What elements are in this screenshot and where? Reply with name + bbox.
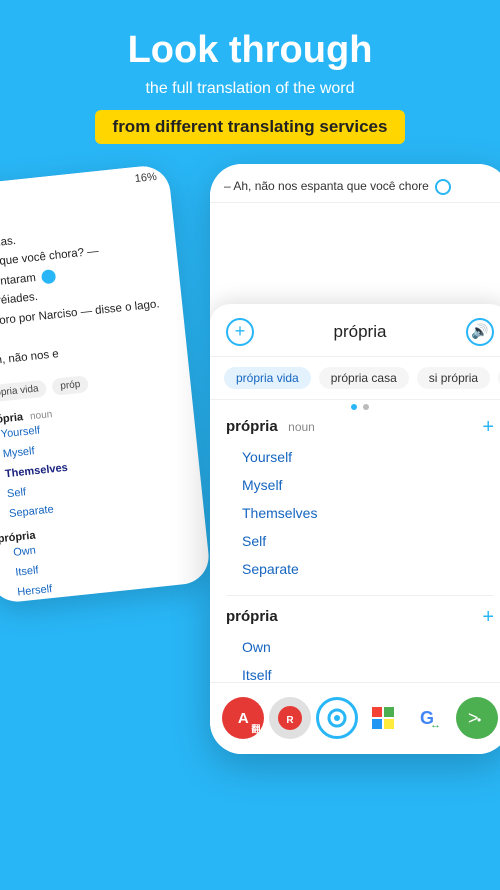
dict-chip-2[interactable]: própria casa	[319, 367, 409, 389]
google-translate-icon[interactable]: G ↔	[409, 697, 451, 739]
hero-title: Look through	[20, 30, 480, 72]
dict-entry-1-word-row: própria noun	[226, 418, 315, 436]
fg-context-line: – Ah, não nos espanta que você chore	[224, 176, 496, 196]
dict-entry-1-type: noun	[288, 420, 315, 434]
dict-header: + própria 🔊	[210, 304, 500, 357]
foreground-phone: – Ah, não nos espanta que você chore + p…	[210, 164, 500, 754]
source-svg: > •	[466, 707, 488, 729]
entry1-item-self: Self	[242, 527, 494, 555]
fg-text-context: – Ah, não nos espanta que você chore	[210, 164, 500, 203]
dict-entry-2-word: própria	[226, 608, 278, 625]
reverso-svg: R	[276, 704, 304, 732]
dict-chips-row: própria vida própria casa si própria pró…	[210, 357, 500, 400]
dict-sound-button[interactable]: 🔊	[466, 318, 494, 346]
blue-circle-icon	[435, 179, 451, 195]
win-sq-blue	[372, 719, 382, 729]
translate-a-icon[interactable]: A 翻	[222, 697, 264, 739]
dict-divider	[226, 595, 494, 596]
entry1-item-yourself: Yourself	[242, 443, 494, 471]
hero-highlight: from different translating services	[95, 110, 406, 144]
entry1-item-separate: Separate	[242, 555, 494, 583]
pagination-dots	[210, 400, 500, 416]
entry2-item-own: Own	[242, 633, 494, 661]
bg-status-battery: 16%	[134, 171, 157, 185]
dict-entry-2-word-row: própria	[226, 608, 278, 626]
windows-logo	[372, 707, 394, 729]
translate-small-icon: 翻	[251, 722, 260, 735]
dot-1	[351, 404, 357, 410]
source-icon[interactable]: > •	[456, 697, 498, 739]
dict-entry-1-list: Yourself Myself Themselves Self Separate	[226, 443, 494, 583]
dot-2	[363, 404, 369, 410]
dict-add-button[interactable]: +	[226, 318, 254, 346]
bg-word-list: própria noun Yourself Myself Themselves …	[0, 388, 211, 605]
phone-toolbar: A 翻 R	[210, 682, 500, 754]
windows-icon[interactable]	[362, 697, 404, 739]
bg-chip-1[interactable]: própria vida	[0, 380, 47, 404]
entry1-item-themselves: Themselves	[242, 499, 494, 527]
dict-word-title: própria	[254, 322, 466, 342]
dictionary-panel: + própria 🔊 própria vida própria casa si…	[210, 304, 500, 754]
dict-entry-1: própria noun + Yourself Myself Themselve…	[226, 416, 494, 583]
hero-subtitle: the full translation of the word	[20, 80, 480, 98]
dict-entry-2-header: própria +	[226, 606, 494, 629]
dict-entry-1-word: própria	[226, 418, 278, 435]
dict-chip-3[interactable]: si própria	[417, 367, 490, 389]
bg-phone-text-content: Isso, it salgadas. – Por que você chora?…	[0, 187, 188, 381]
bg-word1-list: Yourself Myself Themselves Self Separate	[0, 407, 191, 526]
reverso-icon[interactable]: R	[269, 697, 311, 739]
svg-text:↔: ↔	[430, 719, 441, 731]
entry1-item-myself: Myself	[242, 471, 494, 499]
translate-a-label: A	[238, 710, 249, 727]
dict-app-icon[interactable]	[316, 697, 358, 739]
dict-chip-1[interactable]: própria vida	[224, 367, 311, 389]
background-phone: 2:02 16% Isso, it salgadas. – Por que vo…	[0, 163, 211, 604]
bg-chip-2[interactable]: próp	[52, 375, 90, 396]
dict-entry-1-header: própria noun +	[226, 416, 494, 439]
svg-text:•: •	[477, 713, 481, 727]
win-sq-yellow	[384, 719, 394, 729]
blue-dot-icon	[41, 268, 56, 283]
win-sq-red	[372, 707, 382, 717]
phones-area: 2:02 16% Isso, it salgadas. – Por que vo…	[0, 164, 500, 794]
svg-text:R: R	[286, 715, 294, 726]
dict-entry-2-plus-button[interactable]: +	[482, 606, 494, 629]
google-translate-svg: G ↔	[417, 705, 443, 731]
win-sq-green	[384, 707, 394, 717]
dict-entries: própria noun + Yourself Myself Themselve…	[210, 416, 500, 706]
dict-entry-1-plus-button[interactable]: +	[482, 416, 494, 439]
dict-ring-svg	[326, 707, 348, 729]
hero-section: Look through the full translation of the…	[0, 0, 500, 164]
